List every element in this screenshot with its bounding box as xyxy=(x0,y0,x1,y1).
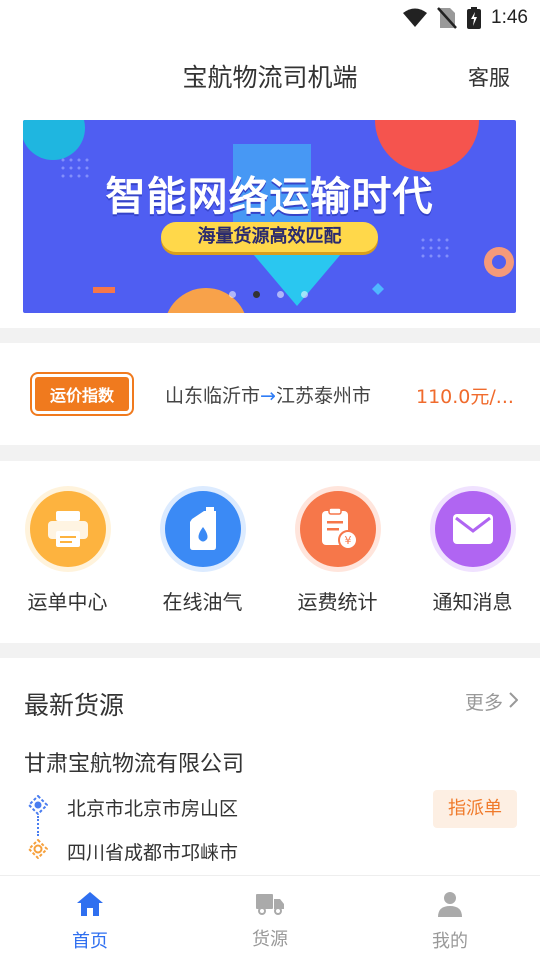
menu-label: 运单中心 xyxy=(27,590,108,614)
carousel-dot-active[interactable] xyxy=(253,291,260,298)
carousel-dot[interactable] xyxy=(301,291,308,298)
quick-menu: 运单中心 在线油气 ¥ 运费统计 通知消息 xyxy=(0,461,540,643)
receipt-icon: ¥ xyxy=(299,491,376,567)
route-arrow: → xyxy=(260,385,276,407)
menu-label: 运费统计 xyxy=(297,590,378,614)
section-title: 最新货源 xyxy=(24,691,125,720)
svg-text:¥: ¥ xyxy=(344,534,351,547)
route-destination: 江苏泰州市 xyxy=(275,385,371,407)
menu-item-online-fuel[interactable]: 在线油气 xyxy=(135,461,270,643)
cargo-company[interactable]: 甘肃宝航物流有限公司 xyxy=(24,746,244,778)
clock: 1:46 xyxy=(491,7,528,28)
user-icon xyxy=(437,891,463,921)
tab-home[interactable]: 首页 xyxy=(0,876,180,960)
menu-item-notifications[interactable]: 通知消息 xyxy=(405,461,540,643)
menu-label: 在线油气 xyxy=(162,590,243,614)
cargo-origin: 北京市北京市房山区 xyxy=(67,798,239,820)
battery-charging-icon xyxy=(467,7,482,29)
more-link[interactable]: 更多 xyxy=(464,688,519,715)
banner-section: 智能网络运输时代 海量货源高效匹配 xyxy=(0,116,540,328)
menu-item-waybill-center[interactable]: 运单中心 xyxy=(0,461,135,643)
more-label: 更多 xyxy=(464,692,503,714)
banner-tagline: 海量货源高效匹配 xyxy=(161,222,378,252)
route-connector xyxy=(37,816,39,836)
no-sim-icon xyxy=(437,7,457,29)
destination-marker-icon xyxy=(27,838,49,863)
printer-icon xyxy=(29,491,106,567)
freight-index-logo-text: 运价指数 xyxy=(49,386,114,405)
truck-icon xyxy=(255,891,285,919)
freight-index-logo: 运价指数 xyxy=(32,374,132,414)
tab-cargo[interactable]: 货源 xyxy=(180,876,360,960)
carousel-dot[interactable] xyxy=(277,291,284,298)
tab-mine[interactable]: 我的 xyxy=(360,876,540,960)
carousel-indicator xyxy=(229,291,308,298)
home-icon xyxy=(76,891,104,921)
carousel-dot[interactable] xyxy=(229,291,236,298)
app-header: 宝航物流司机端 客服 xyxy=(0,36,540,116)
wifi-icon xyxy=(403,8,428,28)
latest-cargo-section: 最新货源 更多 甘肃宝航物流有限公司 北京市北京市房山区 四川省成都市邛崃市 指… xyxy=(0,658,540,875)
promo-banner[interactable]: 智能网络运输时代 海量货源高效匹配 xyxy=(23,120,516,313)
freight-price: 110.0元/... xyxy=(416,386,514,408)
envelope-icon xyxy=(434,491,511,567)
bottom-tab-bar: 首页 货源 我的 xyxy=(0,875,540,960)
freight-index-bar[interactable]: 运价指数 山东临沂市→江苏泰州市 110.0元/... xyxy=(0,343,540,445)
status-bar: 1:46 xyxy=(0,0,540,36)
route-origin: 山东临沂市 xyxy=(165,385,261,407)
oil-bottle-icon xyxy=(164,491,241,567)
menu-item-freight-stats[interactable]: ¥ 运费统计 xyxy=(270,461,405,643)
menu-label: 通知消息 xyxy=(432,590,513,614)
customer-service-button[interactable]: 客服 xyxy=(468,62,510,92)
tab-label: 货源 xyxy=(252,929,288,950)
chevron-right-icon xyxy=(509,691,519,713)
tab-label: 我的 xyxy=(432,931,468,952)
tab-label: 首页 xyxy=(72,931,108,952)
freight-route: 山东临沂市→江苏泰州市 xyxy=(165,381,371,408)
cargo-destination: 四川省成都市邛崃市 xyxy=(67,842,239,864)
banner-headline: 智能网络运输时代 xyxy=(105,174,434,220)
page-title: 宝航物流司机端 xyxy=(182,63,358,92)
assign-order-button[interactable]: 指派单 xyxy=(433,790,517,828)
